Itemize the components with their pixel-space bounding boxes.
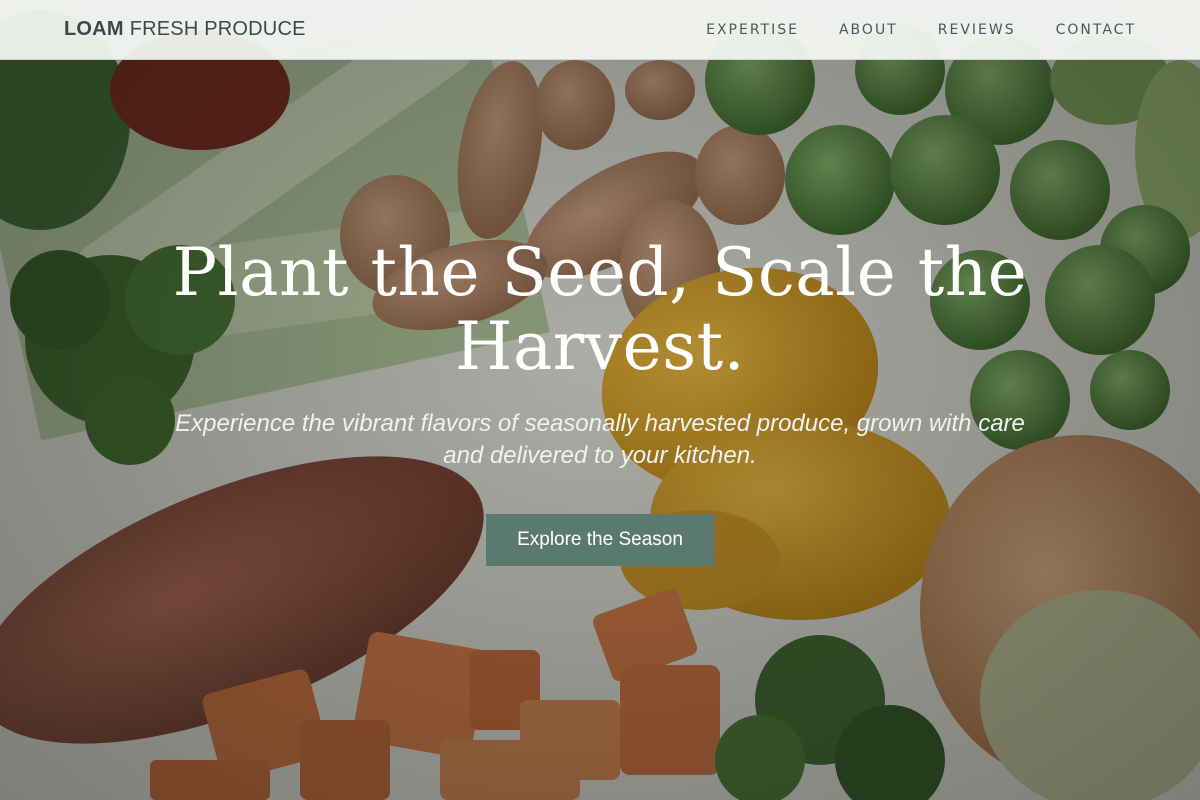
hero-content: Plant the Seed, Scale the Harvest. Exper…: [0, 236, 1200, 566]
nav-link-contact[interactable]: CONTACT: [1056, 22, 1136, 38]
hero-subheadline: Experience the vibrant flavors of season…: [175, 410, 1025, 469]
nav-link-reviews[interactable]: REVIEWS: [938, 22, 1016, 38]
logo-brand: LOAM: [64, 18, 124, 40]
logo-tagline: FRESH PRODUCE: [129, 18, 306, 40]
site-header: LOAM FRESH PRODUCE EXPERTISE ABOUT REVIEW…: [0, 0, 1200, 60]
site-logo[interactable]: LOAM FRESH PRODUCE: [64, 18, 306, 41]
explore-season-button[interactable]: Explore the Season: [486, 514, 714, 566]
nav-link-expertise[interactable]: EXPERTISE: [706, 22, 799, 38]
nav-link-about[interactable]: ABOUT: [839, 22, 898, 38]
main-nav: EXPERTISE ABOUT REVIEWS CONTACT: [706, 22, 1136, 38]
hero-headline: Plant the Seed, Scale the Harvest.: [172, 234, 1028, 385]
